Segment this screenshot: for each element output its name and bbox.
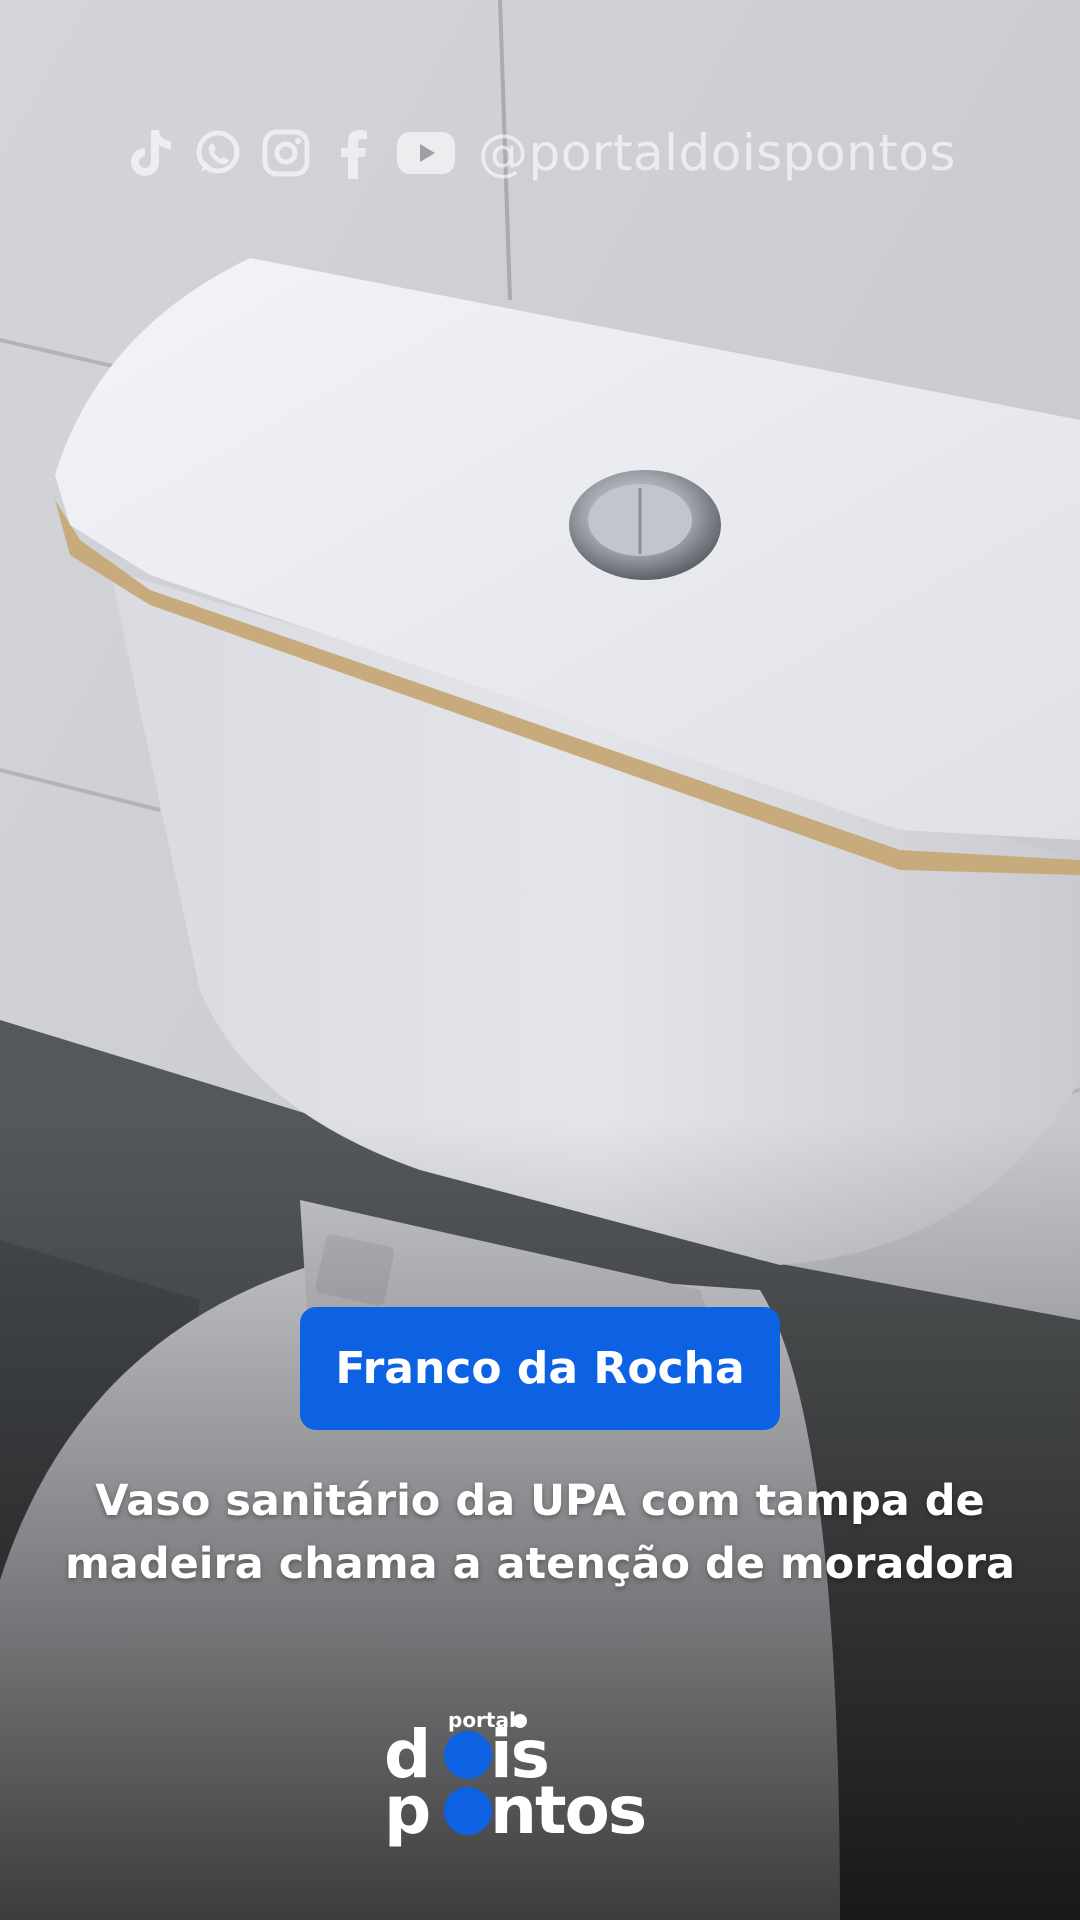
svg-text:p: p: [384, 1772, 429, 1849]
headline: Vaso sanitário da UPA com tampa de madei…: [65, 1476, 1015, 1589]
location-tag: Franco da Rocha: [300, 1307, 780, 1430]
background-photo: [0, 0, 1080, 1920]
tiktok-icon: [124, 127, 176, 179]
svg-text:ntos: ntos: [490, 1772, 645, 1849]
instagram-icon: [260, 127, 312, 179]
facebook-icon: [328, 127, 380, 179]
social-handle: @portaldoispontos: [477, 124, 957, 182]
youtube-icon: [396, 127, 456, 179]
social-handle-bar: @portaldoispontos: [0, 118, 1080, 188]
story-frame: @portaldoispontos Franco da Rocha Vaso s…: [0, 0, 1080, 1920]
whatsapp-icon: [192, 127, 244, 179]
portal-dois-pontos-logo: portal d is p ntos: [384, 1708, 647, 1849]
